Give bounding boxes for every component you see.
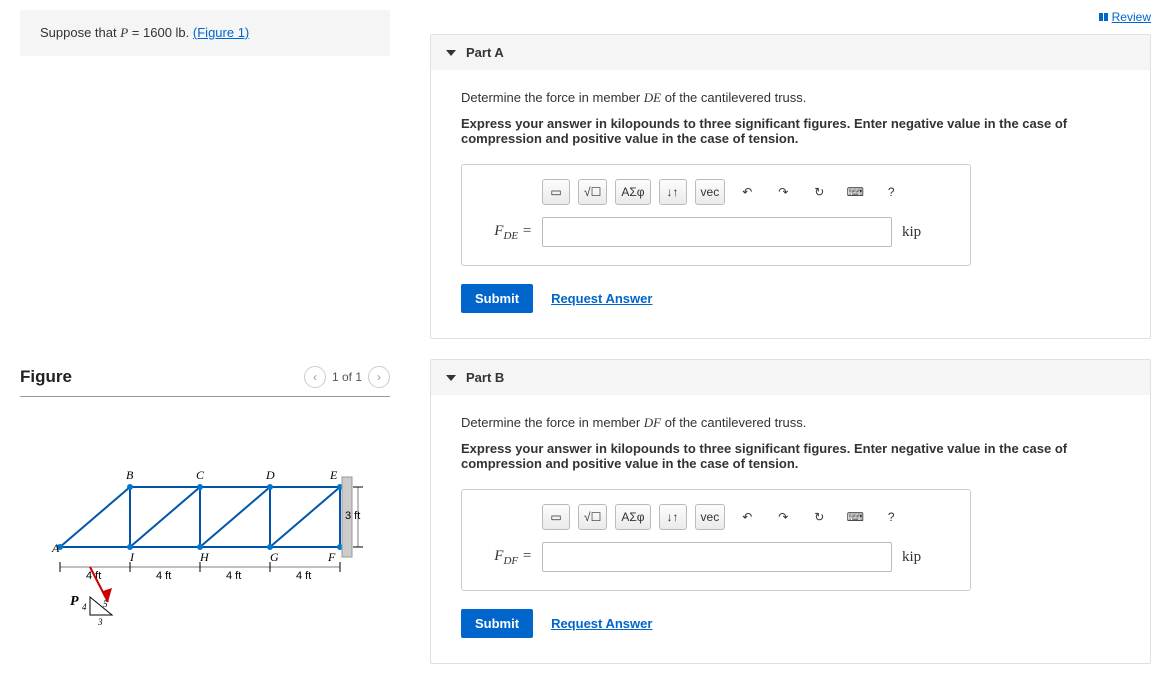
part-b-instructions: Express your answer in kilopounds to thr… <box>461 441 1120 471</box>
part-b-title: Part B <box>466 370 504 385</box>
part-a-instructions: Express your answer in kilopounds to thr… <box>461 116 1120 146</box>
svg-text:B: B <box>126 468 134 482</box>
part-b-var-label: FDF = <box>480 548 532 567</box>
problem-var: P <box>120 25 128 40</box>
problem-period: . <box>186 25 193 40</box>
arrows-button[interactable]: ↓↑ <box>659 504 687 530</box>
svg-text:P: P <box>70 594 79 609</box>
undo-button[interactable]: ↶ <box>733 179 761 205</box>
part-b-unit: kip <box>902 549 921 566</box>
undo-button[interactable]: ↶ <box>733 504 761 530</box>
svg-text:3 ft: 3 ft <box>345 510 360 522</box>
problem-statement: Suppose that P = 1600 lb. (Figure 1) <box>20 10 390 56</box>
part-a-header[interactable]: Part A <box>431 35 1150 70</box>
greek-button[interactable]: ΑΣφ <box>615 504 650 530</box>
svg-text:A: A <box>51 541 60 555</box>
problem-prefix: Suppose that <box>40 25 120 40</box>
figure-next-button[interactable]: › <box>368 366 390 388</box>
caret-down-icon <box>446 50 456 56</box>
figure-link[interactable]: (Figure 1) <box>193 25 249 40</box>
part-b-prompt: Determine the force in member DF of the … <box>461 415 1120 431</box>
keyboard-button[interactable]: ⌨ <box>841 179 869 205</box>
svg-text:I: I <box>129 550 135 564</box>
part-b-request-answer-link[interactable]: Request Answer <box>551 616 652 631</box>
part-b-answer-input[interactable] <box>542 542 892 572</box>
svg-text:G: G <box>270 550 279 564</box>
root-button[interactable]: √☐ <box>578 504 607 530</box>
part-a-prompt: Determine the force in member DE of the … <box>461 90 1120 106</box>
part-a-toolbar: ▭ √☐ ΑΣφ ↓↑ vec ↶ ↷ ↻ ⌨ ? <box>542 179 952 205</box>
svg-text:C: C <box>196 468 205 482</box>
figure-diagram: A B C D E I H G F 4 ft 4 ft 4 ft 4 f <box>20 437 390 660</box>
svg-text:E: E <box>329 468 338 482</box>
figure-counter: 1 of 1 <box>332 370 362 384</box>
caret-down-icon <box>446 375 456 381</box>
svg-text:4 ft: 4 ft <box>296 570 311 582</box>
svg-text:H: H <box>199 550 210 564</box>
root-button[interactable]: √☐ <box>578 179 607 205</box>
svg-text:D: D <box>265 468 275 482</box>
part-b-submit-button[interactable]: Submit <box>461 609 533 638</box>
figure-header: Figure ‹ 1 of 1 › <box>20 366 390 397</box>
keyboard-button[interactable]: ⌨ <box>841 504 869 530</box>
figure-prev-button[interactable]: ‹ <box>304 366 326 388</box>
part-a-answer-box: ▭ √☐ ΑΣφ ↓↑ vec ↶ ↷ ↻ ⌨ ? FDE = kip <box>461 164 971 266</box>
reset-button[interactable]: ↻ <box>805 504 833 530</box>
review-icon <box>1099 13 1108 21</box>
part-b-section: Part B Determine the force in member DF … <box>430 359 1151 664</box>
vec-button[interactable]: vec <box>695 179 726 205</box>
figure-title: Figure <box>20 367 72 387</box>
svg-text:4: 4 <box>82 602 87 612</box>
part-b-answer-box: ▭ √☐ ΑΣφ ↓↑ vec ↶ ↷ ↻ ⌨ ? FDF = kip <box>461 489 971 591</box>
arrows-button[interactable]: ↓↑ <box>659 179 687 205</box>
help-button[interactable]: ? <box>877 504 905 530</box>
part-b-toolbar: ▭ √☐ ΑΣφ ↓↑ vec ↶ ↷ ↻ ⌨ ? <box>542 504 952 530</box>
template-button[interactable]: ▭ <box>542 179 570 205</box>
part-a-title: Part A <box>466 45 504 60</box>
svg-text:5: 5 <box>103 599 108 609</box>
svg-text:4 ft: 4 ft <box>156 570 171 582</box>
part-a-request-answer-link[interactable]: Request Answer <box>551 291 652 306</box>
svg-text:3: 3 <box>97 617 103 627</box>
part-a-answer-input[interactable] <box>542 217 892 247</box>
redo-button[interactable]: ↷ <box>769 179 797 205</box>
part-a-section: Part A Determine the force in member DE … <box>430 34 1151 339</box>
review-link[interactable]: Review <box>430 10 1151 24</box>
reset-button[interactable]: ↻ <box>805 179 833 205</box>
greek-button[interactable]: ΑΣφ <box>615 179 650 205</box>
part-a-unit: kip <box>902 224 921 241</box>
part-a-submit-button[interactable]: Submit <box>461 284 533 313</box>
figure-nav: ‹ 1 of 1 › <box>304 366 390 388</box>
svg-text:4 ft: 4 ft <box>226 570 241 582</box>
problem-eq: = <box>128 25 143 40</box>
part-b-header[interactable]: Part B <box>431 360 1150 395</box>
problem-value: 1600 lb <box>143 25 186 40</box>
template-button[interactable]: ▭ <box>542 504 570 530</box>
redo-button[interactable]: ↷ <box>769 504 797 530</box>
svg-text:F: F <box>327 550 336 564</box>
part-a-var-label: FDE = <box>480 223 532 242</box>
help-button[interactable]: ? <box>877 179 905 205</box>
vec-button[interactable]: vec <box>695 504 726 530</box>
